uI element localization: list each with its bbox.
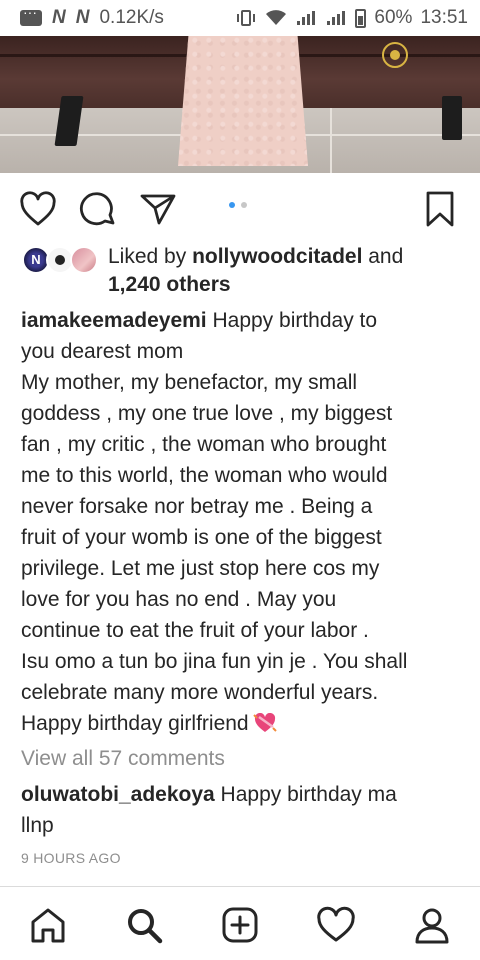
share-button[interactable]: [138, 189, 178, 229]
status-bar: N N 0.12K/s 60% 13:51: [0, 0, 480, 36]
carrier-n-icon: N: [75, 7, 90, 28]
caption-line: me to this world, the woman who would: [21, 464, 388, 487]
likes-joiner: and: [362, 245, 404, 268]
status-left: N N 0.12K/s: [20, 4, 164, 29]
vibrate-icon: [237, 10, 256, 26]
like-button[interactable]: [18, 189, 58, 229]
view-all-comments-link[interactable]: View all 57 comments: [21, 744, 225, 774]
network-speed: 0.12K/s: [99, 7, 164, 28]
caption-line: Isu omo a tun bo jina fun yin je . You s…: [21, 650, 408, 673]
carrier-n-icon: N: [52, 7, 66, 28]
heart-outline-icon: [20, 191, 56, 226]
battery-level: 60%: [374, 7, 413, 28]
post-image[interactable]: [0, 36, 480, 173]
bookmark-icon: [426, 191, 454, 227]
caption-line: fruit of your womb is one of the biggest: [21, 526, 382, 549]
status-right: 60% 13:51: [235, 7, 468, 29]
likes-prefix: Liked by: [108, 245, 193, 268]
comment-text: Happy birthday ma: [214, 783, 397, 806]
save-button[interactable]: [420, 189, 460, 229]
carousel-indicator: [229, 202, 247, 208]
wifi-icon: [266, 10, 287, 25]
caption-line: My mother, my benefactor, my small: [21, 371, 358, 394]
home-icon: [31, 908, 65, 943]
new-post-icon: [222, 907, 258, 943]
avatar: [70, 246, 98, 274]
caption-line: celebrate many more wonderful years.: [21, 681, 379, 704]
nav-home[interactable]: [26, 903, 70, 947]
photo-tile-line: [330, 98, 332, 173]
caption-line: Happy birthday girlfriend: [21, 708, 466, 739]
caption-text: Happy birthday girlfriend: [21, 712, 249, 735]
nav-new-post[interactable]: [218, 903, 262, 947]
caption-line: fan , my critic , the woman who brought: [21, 433, 387, 456]
nav-search[interactable]: [122, 903, 166, 947]
liker-username[interactable]: nollywoodcitadel: [192, 245, 362, 268]
caption-line: continue to eat the fruit of your labor …: [21, 619, 369, 642]
caption-line: privilege. Let me just stop here cos my: [21, 557, 380, 580]
watermark-logo-icon: [382, 42, 408, 68]
caption-text: Happy birthday to: [206, 309, 378, 332]
caption-line: love for you has no end . May you: [21, 588, 337, 611]
comment-bubble-icon: [79, 192, 115, 226]
battery-icon: [355, 8, 367, 28]
comment-item: oluwatobi_adekoya Happy birthday ma llnp: [21, 779, 466, 841]
bottom-nav: [0, 886, 480, 960]
photo-dress: [178, 36, 308, 166]
heart-with-ribbon-icon: [252, 713, 277, 732]
paper-plane-icon: [140, 194, 176, 225]
likes-text: Liked by nollywoodcitadel and 1,240 othe…: [108, 243, 403, 299]
comment-text-continued: llnp: [21, 814, 54, 837]
caption-line: goddess , my one true love , my biggest: [21, 402, 393, 425]
likes-row[interactable]: Liked by nollywoodcitadel and 1,240 othe…: [22, 243, 462, 301]
signal-icon: [297, 11, 316, 25]
caption-username[interactable]: iamakeemadeyemi: [21, 309, 207, 332]
post-actions: [0, 173, 480, 243]
liker-avatars: [22, 246, 100, 276]
clock: 13:51: [420, 7, 468, 28]
search-icon: [128, 909, 163, 944]
comment-button[interactable]: [78, 189, 118, 229]
photo-sofa-leg: [442, 96, 462, 140]
caption-line: iamakeemadeyemi Happy birthday to: [21, 305, 466, 336]
caption-line: you dearest mom: [21, 340, 184, 363]
nav-activity[interactable]: [314, 903, 358, 947]
likes-count[interactable]: 1,240 others: [108, 273, 231, 296]
caption-line: never forsake nor betray me . Being a: [21, 495, 373, 518]
post-caption: iamakeemadeyemi Happy birthday to you de…: [21, 305, 466, 739]
comment-username[interactable]: oluwatobi_adekoya: [21, 783, 215, 806]
profile-icon: [415, 908, 449, 944]
activity-heart-icon: [317, 906, 355, 942]
carousel-dot-active: [229, 202, 235, 208]
post-timestamp: 9 HOURS AGO: [21, 850, 121, 866]
message-notification-icon: [20, 4, 42, 26]
carousel-dot: [241, 202, 247, 208]
nav-profile[interactable]: [410, 903, 454, 947]
signal-2-icon: [327, 11, 346, 25]
